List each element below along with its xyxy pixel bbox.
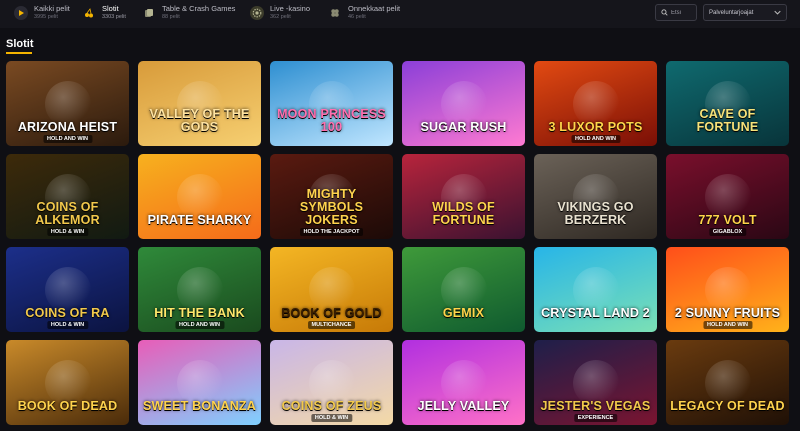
search-icon <box>661 9 668 16</box>
cherry-icon <box>82 6 96 20</box>
chevron-down-icon <box>774 10 781 15</box>
game-title: JELLY VALLEY <box>417 399 510 413</box>
game-tile[interactable]: CRYSTAL LAND 2 <box>534 247 657 332</box>
category-label: Onnekkaat pelit <box>348 4 401 13</box>
category-count: 3303 pelit <box>102 14 126 20</box>
game-title: SUGAR RUSH <box>420 120 507 134</box>
category-label: Kaikki pelit <box>34 4 70 13</box>
category-count: 88 pelit <box>162 14 180 20</box>
game-subtitle: HOLD AND WIN <box>42 135 93 143</box>
top-category-bar: Kaikki pelit 3995 pelit Slotit 3303 peli… <box>0 0 800 28</box>
game-title: VALLEY OF THE GODS <box>149 107 250 134</box>
game-subtitle: HOLD & WIN <box>46 228 89 236</box>
game-tile[interactable]: PIRATE SHARKY <box>138 154 261 239</box>
game-tile[interactable]: WILDS OF FORTUNE <box>402 154 525 239</box>
game-subtitle: GIGABLOX <box>708 228 747 236</box>
game-subtitle: HOLD THE JACKPOT <box>299 228 364 236</box>
game-title: PIRATE SHARKY <box>147 213 252 227</box>
category-all-games[interactable]: Kaikki pelit 3995 pelit <box>14 4 70 26</box>
provider-dropdown[interactable]: Palveluntarjoajat <box>703 4 787 21</box>
game-tile[interactable]: LEGACY OF DEAD <box>666 340 789 425</box>
game-title: LEGACY OF DEAD <box>670 399 785 413</box>
game-subtitle: MULTICHANCE <box>307 321 356 329</box>
game-subtitle: HOLD & WIN <box>310 414 353 422</box>
category-table-crash[interactable]: Table & Crash Games 88 pelit <box>142 4 235 26</box>
game-tile[interactable]: GEMIX <box>402 247 525 332</box>
game-title: SWEET BONANZA <box>142 399 256 413</box>
game-title: VIKINGS GO BERZERK <box>557 200 634 227</box>
game-tile[interactable]: 2 SUNNY FRUITS HOLD AND WIN <box>666 247 789 332</box>
category-count: 3995 pelit <box>34 14 58 20</box>
game-title: WILDS OF FORTUNE <box>432 200 495 227</box>
section-underline <box>6 52 32 54</box>
game-tile[interactable]: JESTER'S VEGAS EXPERIENCE <box>534 340 657 425</box>
game-tile[interactable]: MIGHTY SYMBOLS JOKERS HOLD THE JACKPOT <box>270 154 393 239</box>
game-subtitle: EXPERIENCE <box>573 414 618 422</box>
game-tile[interactable]: VALLEY OF THE GODS <box>138 61 261 146</box>
category-label: Slotit <box>102 4 119 13</box>
game-tile[interactable]: 3 LUXOR POTS HOLD AND WIN <box>534 61 657 146</box>
cards-icon <box>142 6 156 20</box>
game-title: CAVE OF FORTUNE <box>696 107 759 134</box>
game-subtitle: HOLD & WIN <box>46 321 89 329</box>
chip-icon <box>250 6 264 20</box>
game-subtitle: HOLD AND WIN <box>174 321 225 329</box>
search-input[interactable] <box>668 9 697 16</box>
game-tile[interactable]: ARIZONA HEIST HOLD AND WIN <box>6 61 129 146</box>
category-label: Table & Crash Games <box>162 4 236 13</box>
game-tile[interactable]: COINS OF ALKEMOR HOLD & WIN <box>6 154 129 239</box>
category-live-casino[interactable]: Live -kasino 362 pelit <box>250 4 310 26</box>
game-tile[interactable]: SWEET BONANZA <box>138 340 261 425</box>
clover-icon <box>328 6 342 20</box>
game-tile[interactable]: VIKINGS GO BERZERK <box>534 154 657 239</box>
game-tile[interactable]: SUGAR RUSH <box>402 61 525 146</box>
category-lucky-games[interactable]: Onnekkaat pelit 46 pelit <box>328 4 400 26</box>
game-tile[interactable]: COINS OF RA HOLD & WIN <box>6 247 129 332</box>
game-subtitle: HOLD AND WIN <box>702 321 753 329</box>
category-count: 362 pelit <box>270 14 291 20</box>
game-tile[interactable]: BOOK OF GOLD MULTICHANCE <box>270 247 393 332</box>
category-count: 46 pelit <box>348 14 366 20</box>
game-tile[interactable]: BOOK OF DEAD <box>6 340 129 425</box>
game-title: BOOK OF DEAD <box>17 399 118 413</box>
play-icon <box>14 6 28 20</box>
game-title: CRYSTAL LAND 2 <box>541 306 650 320</box>
category-label: Live -kasino <box>270 4 311 13</box>
game-grid: ARIZONA HEIST HOLD AND WIN VALLEY OF THE G… <box>6 61 794 425</box>
game-subtitle: HOLD AND WIN <box>570 135 621 143</box>
game-tile[interactable]: JELLY VALLEY <box>402 340 525 425</box>
section-title: Slotit <box>6 38 34 50</box>
provider-label: Palveluntarjoajat <box>709 9 754 16</box>
search-box[interactable] <box>655 4 697 21</box>
game-tile[interactable]: 777 VOLT GIGABLOX <box>666 154 789 239</box>
game-title: GEMIX <box>442 306 485 320</box>
game-tile[interactable]: HIT THE BANK HOLD AND WIN <box>138 247 261 332</box>
game-tile[interactable]: Moon Princess 100 <box>270 61 393 146</box>
game-title: Moon Princess 100 <box>277 107 386 134</box>
game-tile[interactable]: CAVE OF FORTUNE <box>666 61 789 146</box>
category-slots[interactable]: Slotit 3303 pelit <box>82 4 126 26</box>
game-tile[interactable]: COINS OF ZEUS HOLD & WIN <box>270 340 393 425</box>
